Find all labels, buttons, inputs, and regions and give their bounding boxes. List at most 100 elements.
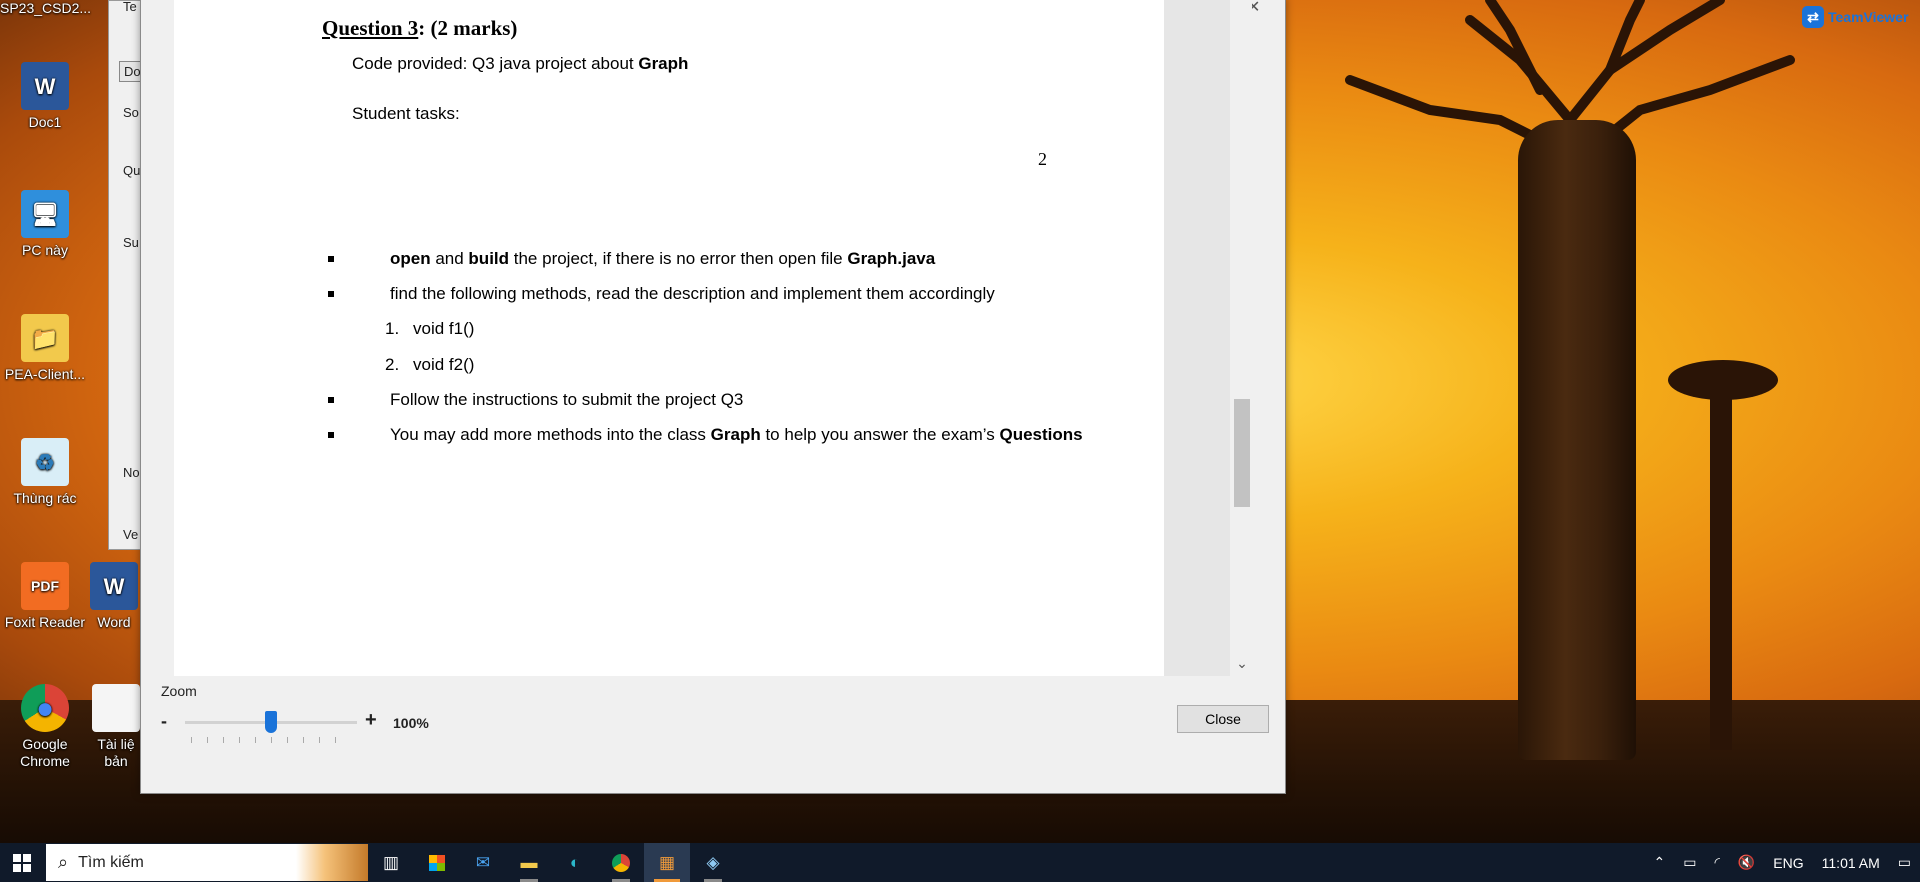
search-placeholder: Tìm kiếm [78, 853, 144, 871]
word-document-icon: W [21, 62, 69, 110]
bullet-icon [328, 256, 334, 262]
notification-center-icon[interactable]: ▭ [1898, 854, 1911, 871]
document-page: Question 3: (2 marks) Code provided: Q3 … [174, 0, 1164, 676]
document-viewer[interactable]: Question 3: (2 marks) Code provided: Q3 … [174, 0, 1252, 676]
desktop-icon-label: Foxit Reader [4, 614, 86, 630]
bg-window-label: No [123, 465, 140, 480]
folder-icon: 📁 [21, 314, 69, 362]
zoom-label: Zoom [161, 683, 197, 699]
chrome-taskbar-icon[interactable] [598, 843, 644, 882]
bg-window-label: Ve [123, 527, 139, 542]
desktop-icon-foxit-reader[interactable]: PDF Foxit Reader [0, 562, 90, 631]
taskbar-search-box[interactable]: ⌕ Tìm kiếm [46, 844, 368, 881]
text-help: to help you answer the exam’s [760, 425, 1000, 444]
show-hidden-icons-icon[interactable]: ⌃ [1653, 854, 1665, 871]
desktop-icon-pea-client[interactable]: 📁 PEA-Client... [0, 314, 90, 383]
method-number: 2. [385, 355, 400, 374]
desktop-icon-label: Word [97, 614, 131, 630]
code-provided-bold: Graph [638, 54, 689, 73]
task-bullet-add-methods: You may add more methods into the class … [390, 425, 1083, 445]
bg-window-label: Su [123, 235, 139, 250]
teamviewer-badge[interactable]: ⇄ TeamViewer [1802, 6, 1908, 28]
chrome-icon: ● [21, 684, 69, 732]
desktop-icon-doc1[interactable]: W Doc1 [0, 62, 90, 131]
recycle-bin-icon: ♻ [21, 438, 69, 486]
method-number: 1. [385, 319, 400, 338]
bold-graph-java: Graph.java [847, 249, 936, 268]
method-f1: void f1() [413, 319, 475, 338]
desktop-icon-sp23-file[interactable]: SP23_CSD2... [0, 0, 92, 17]
system-tray: ⌃ ▭ ◜ 🔇 ENG 11:01 AM ▭ [1644, 843, 1920, 882]
zoom-out-button[interactable]: - [161, 711, 167, 732]
text-add-methods: You may add more methods into the class [390, 425, 711, 444]
bullet-icon [328, 397, 334, 403]
desktop-icon-this-pc[interactable]: 🖥 PC này [0, 190, 90, 259]
scroll-down-arrow-icon[interactable]: ⌄ [1234, 655, 1250, 671]
text-and: and [430, 249, 469, 268]
battery-icon[interactable]: ▭ [1683, 854, 1696, 871]
task-bullet-open-build: open and build the project, if there is … [390, 249, 935, 269]
scrollbar-thumb[interactable] [1234, 399, 1250, 507]
bullet-icon [328, 432, 334, 438]
question-title-label: Question 3 [322, 16, 419, 40]
desktop-icon-recycle-bin[interactable]: ♻ Thùng rác [0, 438, 90, 507]
mail-icon[interactable]: ✉ [460, 843, 506, 882]
bold-questions: Questions [999, 425, 1083, 444]
microsoft-store-icon[interactable] [414, 843, 460, 882]
search-highlight-image [296, 844, 368, 881]
wifi-icon[interactable]: ◜ [1714, 854, 1719, 871]
task-view-icon[interactable]: ▥ [368, 843, 414, 882]
zoom-slider-thumb[interactable] [265, 711, 277, 733]
task-bullet-submit: Follow the instructions to submit the pr… [390, 390, 744, 409]
bullet-icon [328, 291, 334, 297]
question-viewer-dialog: ✕ Question 3: (2 marks) Code provided: Q… [140, 0, 1286, 794]
desktop-icon-label: Thùng rác [13, 490, 77, 506]
bold-build: build [468, 249, 510, 268]
code-provided-text: Code provided: Q3 java project about [352, 54, 639, 73]
desktop-icon-documents[interactable]: Tài liệ bản [92, 684, 140, 770]
edge-icon[interactable]: ◐ [552, 843, 598, 882]
language-indicator[interactable]: ENG [1773, 855, 1803, 871]
task-bullet-find-methods: find the following methods, read the des… [390, 284, 995, 303]
desktop-icon-google-chrome[interactable]: ● Google Chrome [0, 684, 90, 770]
bg-window-label: Qu [123, 163, 141, 178]
desktop-icon-word[interactable]: W Word [88, 562, 140, 631]
vertical-scrollbar[interactable]: ⌄ [1230, 0, 1252, 676]
desktop-icon-label: PEA-Client... [4, 366, 86, 382]
zoom-slider-ticks [191, 737, 351, 743]
bg-window-label: So [123, 105, 139, 120]
teamviewer-icon: ⇄ [1802, 6, 1824, 28]
start-button[interactable] [0, 843, 44, 882]
zoom-in-button[interactable]: + [365, 709, 377, 732]
file-explorer-icon[interactable]: ▬ [506, 843, 552, 882]
method-f2: void f2() [413, 355, 475, 374]
close-button[interactable]: Close [1177, 705, 1269, 733]
bold-graph: Graph [710, 425, 761, 444]
clock[interactable]: 11:01 AM [1822, 855, 1880, 871]
teamviewer-label: TeamViewer [1828, 9, 1909, 25]
foxit-reader-icon: PDF [21, 562, 69, 610]
volume-muted-icon[interactable]: 🔇 [1738, 854, 1755, 871]
desktop-icon-label: SP23_CSD2... [0, 0, 92, 16]
desktop-icon-label: Google Chrome [20, 736, 70, 769]
desktop-icon-label: Doc1 [28, 114, 62, 130]
taskbar: ⌕ Tìm kiếm ▥ ✉ ▬ ◐ ▦ ◈ ⌃ ▭ ◜ 🔇 ENG 11:01… [0, 843, 1920, 882]
desktop-icon-label: Tài liệ bản [97, 736, 135, 769]
code-provided-line: Code provided: Q3 java project about Gra… [352, 54, 688, 74]
virtualbox-icon[interactable]: ◈ [690, 843, 736, 882]
text-project: the project, if there is no error then o… [509, 249, 848, 268]
question-title-marks: : (2 marks) [418, 16, 518, 40]
page-number: 2 [1038, 149, 1047, 169]
search-icon: ⌕ [58, 852, 69, 872]
wallpaper-small-tree [1710, 390, 1732, 750]
wallpaper-small-tree [1668, 360, 1778, 400]
baobab-trunk [1518, 120, 1636, 760]
windows-logo-icon [13, 853, 31, 872]
computer-icon: 🖥 [21, 190, 69, 238]
exam-app-taskbar-icon[interactable]: ▦ [644, 843, 690, 882]
bg-window-label: Te [123, 0, 137, 14]
question-title: Question 3: (2 marks) [322, 16, 517, 41]
document-icon [92, 684, 140, 732]
zoom-value: 100% [393, 715, 429, 731]
student-tasks-heading: Student tasks: [352, 104, 460, 123]
